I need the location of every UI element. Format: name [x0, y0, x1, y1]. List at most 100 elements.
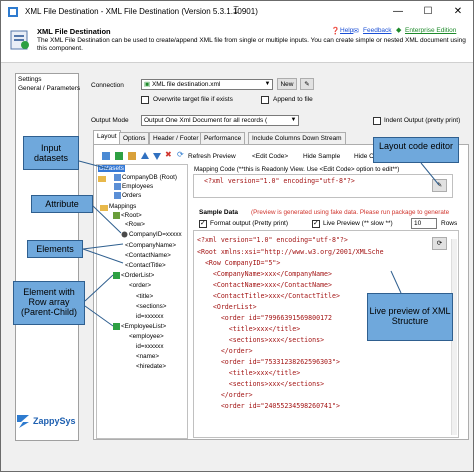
- connection-value: XML file destination.xml: [151, 81, 221, 88]
- sidebar-item-general[interactable]: General / Parameters: [18, 85, 80, 92]
- edition-link[interactable]: Enterprise Edition: [405, 27, 456, 34]
- overwrite-label: Overwrite target file if exists: [153, 96, 233, 103]
- zappysys-logo-icon: [17, 415, 29, 428]
- tree-attribute-node[interactable]: id=xxxxxx: [136, 313, 163, 320]
- window-title: XML File Destination - XML File Destinat…: [25, 7, 258, 16]
- tree-node[interactable]: <Row>: [125, 221, 145, 228]
- refresh-sample-button[interactable]: ⟳: [432, 237, 447, 250]
- refresh-icon: ⟳: [436, 240, 443, 247]
- new-connection-button[interactable]: New: [277, 78, 297, 90]
- cursor-icon: ⌶: [233, 5, 239, 16]
- pencil-icon: ✎: [436, 182, 443, 189]
- move-down-icon[interactable]: [152, 151, 162, 161]
- sample-line: <sections>xxx</sections>: [197, 380, 325, 388]
- format-output-checkbox[interactable]: [199, 219, 207, 228]
- tree-node[interactable]: <ContactTitle>: [125, 262, 166, 269]
- tree-node[interactable]: <OrderList>: [121, 272, 154, 279]
- table-icon: [114, 174, 121, 181]
- help-link[interactable]: Help: [340, 27, 353, 34]
- tab-layout[interactable]: Layout: [93, 130, 121, 144]
- tree-node[interactable]: <title>: [136, 293, 153, 300]
- append-label: Append to file: [273, 96, 313, 103]
- sample-line: <order id="75331238262596303">: [197, 358, 340, 366]
- connection-select[interactable]: ▣ XML file destination.xml ▼: [141, 79, 273, 90]
- sidebar-item-settings[interactable]: Settings: [18, 76, 42, 83]
- tree-node[interactable]: <name>: [136, 353, 159, 360]
- tree-node[interactable]: <Root>: [121, 212, 142, 219]
- edit-code-icon-button[interactable]: ✎: [432, 179, 447, 192]
- array-icon: [113, 272, 120, 279]
- attribute-icon: [121, 231, 128, 238]
- zappysys-brand: ZappySys: [33, 416, 76, 426]
- add-attribute-icon[interactable]: [114, 151, 124, 161]
- refresh-preview-button[interactable]: Refresh Preview: [188, 151, 236, 162]
- tree-datasets-folder[interactable]: Datasets: [98, 165, 125, 172]
- tree-node[interactable]: <order>: [129, 282, 151, 289]
- main-window: XML File Destination - XML File Destinat…: [0, 0, 474, 472]
- move-up-icon[interactable]: [140, 151, 150, 161]
- tree-node[interactable]: <hiredate>: [136, 363, 166, 370]
- sample-line: <OrderList>: [197, 303, 257, 311]
- callout-live-preview: Live preview of XML Structure: [367, 293, 453, 341]
- hide-code-button[interactable]: Hide C: [354, 151, 374, 162]
- rows-label: Rows: [441, 220, 458, 227]
- tab-include-columns[interactable]: Include Columns Down Stream: [248, 132, 346, 144]
- refresh-icon: ⟳: [177, 150, 184, 159]
- maximize-button[interactable]: ☐: [413, 1, 443, 23]
- tree-mappings-folder[interactable]: Mappings: [109, 203, 136, 210]
- live-preview-checkbox[interactable]: [312, 219, 320, 228]
- tree-node[interactable]: <ContactName>: [125, 252, 171, 259]
- sample-data-notice: (Preview is generated using fake data. P…: [251, 209, 450, 216]
- tab-options[interactable]: Options: [119, 132, 150, 144]
- overwrite-checkbox[interactable]: [141, 96, 149, 104]
- app-icon: [8, 7, 18, 17]
- chevron-down-icon: ▼: [264, 81, 271, 87]
- append-checkbox[interactable]: [261, 96, 269, 104]
- sample-line: </order>: [197, 391, 253, 399]
- tab-header-footer[interactable]: Header / Footer: [149, 132, 203, 144]
- add-array-icon[interactable]: [127, 151, 137, 161]
- sample-line: </order>: [197, 347, 253, 355]
- folder-icon: [98, 176, 106, 182]
- output-mode-label: Output Mode: [91, 117, 129, 124]
- tree-dataset-item[interactable]: Orders: [122, 192, 141, 199]
- sample-line: <ContactTitle>xxx</ContactTitle>: [197, 292, 340, 300]
- indent-output-checkbox[interactable]: [373, 117, 381, 125]
- edit-code-button[interactable]: <Edit Code>: [252, 151, 288, 162]
- mapping-code-line: <?xml version="1.0" encoding="utf-8"?>: [204, 177, 355, 185]
- component-header: XML File Destination ❓ Help ✉ Feedback ◆…: [1, 23, 473, 63]
- delete-icon[interactable]: ✖: [165, 150, 172, 159]
- sample-line: <Row CompanyID="5">: [197, 259, 281, 267]
- sample-line: <sections>xxx</sections>: [197, 336, 325, 344]
- sample-line: <title>xxx</title>: [197, 369, 301, 377]
- output-mode-value: Output One Xml Document for all records …: [144, 117, 268, 124]
- tree-node[interactable]: <employee>: [129, 333, 164, 340]
- callout-elements: Elements: [27, 240, 83, 258]
- sample-line: <?xml version="1.0" encoding="utf-8"?>: [197, 236, 348, 244]
- edit-connection-button[interactable]: ✎: [300, 78, 314, 90]
- format-output-label: Format output (Pretty print): [210, 220, 289, 227]
- component-title: XML File Destination: [37, 27, 111, 36]
- output-mode-select[interactable]: Output One Xml Document for all records …: [141, 115, 299, 126]
- tree-attribute-node[interactable]: CompanyID=xxxxx: [129, 231, 182, 238]
- close-button[interactable]: ✕: [443, 1, 473, 23]
- sample-line: <ContactName>xxx</ContactName>: [197, 281, 332, 289]
- tree-attribute-node[interactable]: id=xxxxxx: [136, 343, 163, 350]
- rows-value: 10: [414, 220, 422, 227]
- element-icon: [113, 212, 120, 219]
- tree-dataset-item[interactable]: CompanyDB (Root): [122, 174, 177, 181]
- minimize-button[interactable]: —: [383, 1, 413, 23]
- hide-sample-button[interactable]: Hide Sample: [303, 151, 340, 162]
- feedback-link[interactable]: Feedback: [363, 27, 392, 34]
- tree-node[interactable]: <EmployeeList>: [121, 323, 166, 330]
- tree-node[interactable]: <sections>: [136, 303, 166, 310]
- callout-input-datasets: Input datasets: [23, 136, 79, 170]
- tree-node[interactable]: <CompanyName>: [125, 242, 176, 249]
- indent-output-label: Indent Output (pretty print): [384, 117, 461, 124]
- add-node-icon[interactable]: [101, 151, 111, 161]
- tab-performance[interactable]: Performance: [200, 132, 246, 144]
- table-icon: [114, 192, 121, 199]
- table-icon: [114, 183, 121, 190]
- rows-input[interactable]: 10: [411, 218, 437, 229]
- tree-dataset-item[interactable]: Employees: [122, 183, 153, 190]
